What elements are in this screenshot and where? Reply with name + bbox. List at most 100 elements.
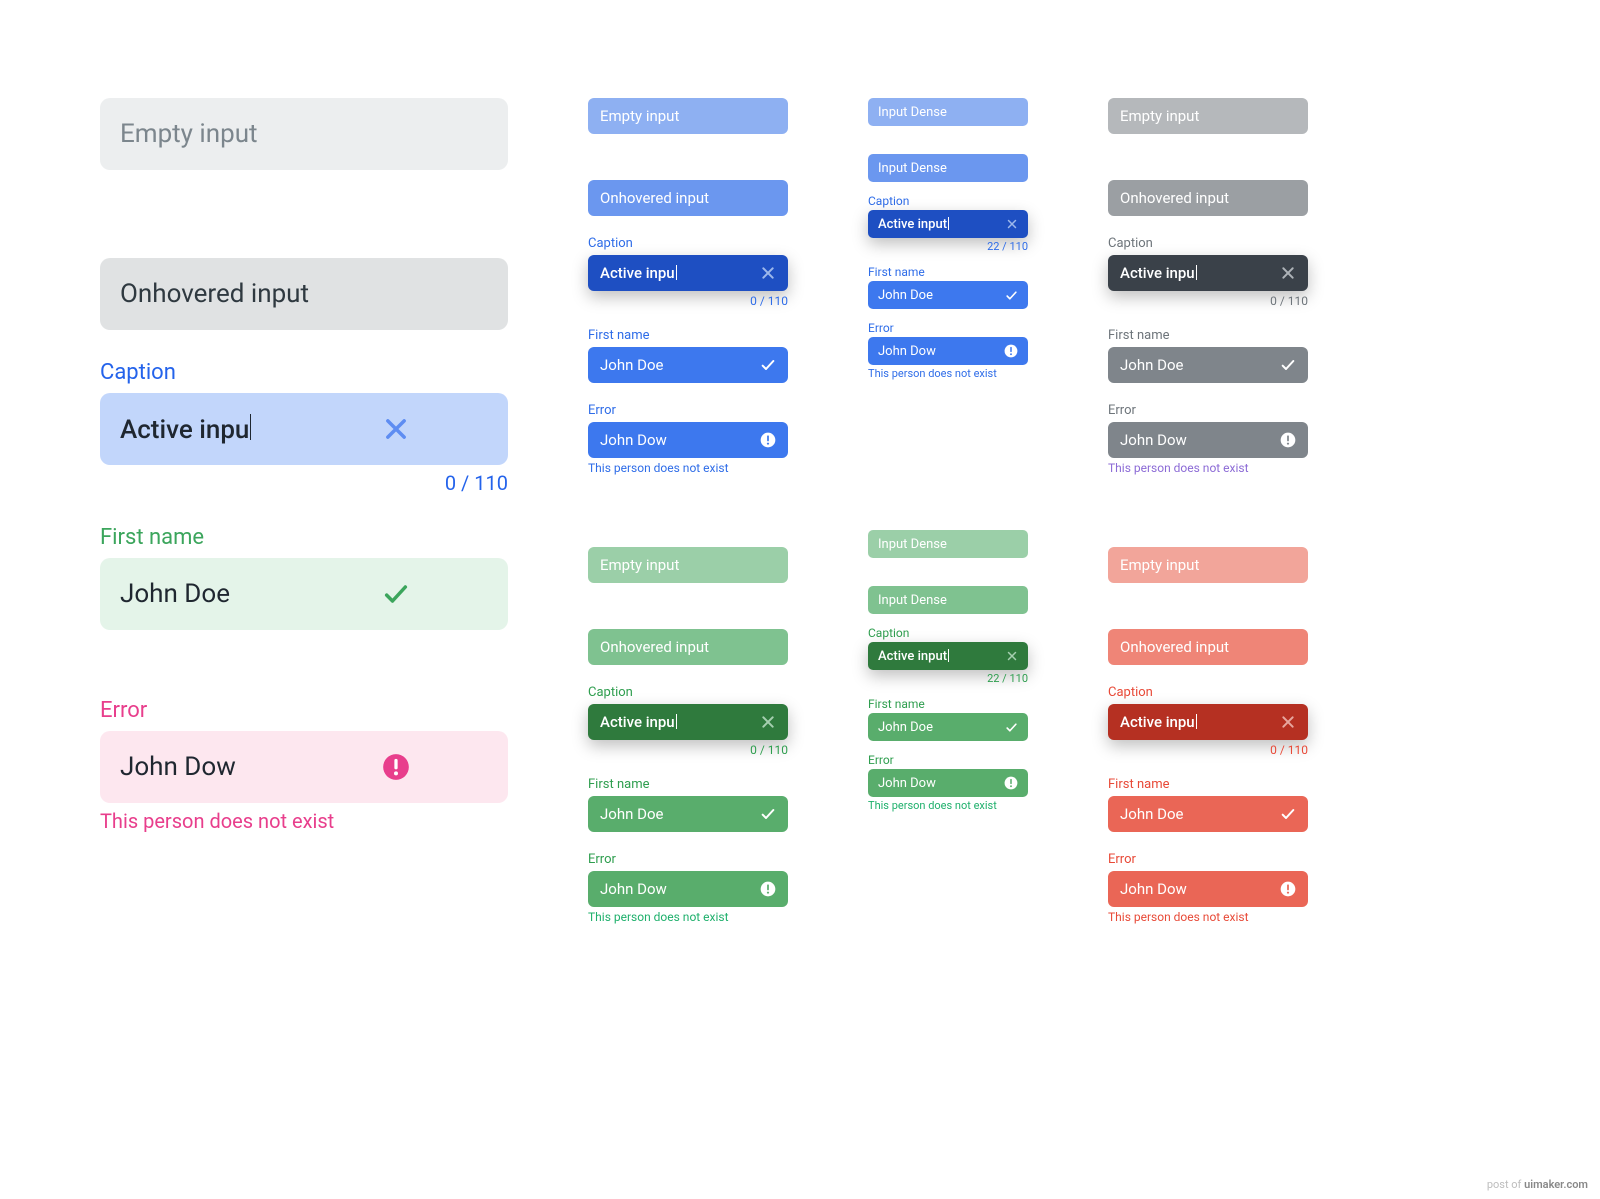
large-input-states-column: Empty input Onhovered input Caption Acti…: [100, 98, 508, 833]
red-medium-column: Empty input Onhovered input Caption Acti…: [1108, 547, 1308, 924]
green-dense-active[interactable]: Active input: [868, 642, 1028, 670]
active-value: Active inpu: [120, 414, 304, 445]
blue-valid-input[interactable]: John Doe: [588, 347, 788, 383]
gray-valid-input[interactable]: John Doe: [1108, 347, 1308, 383]
blue-dense-hover[interactable]: Input Dense: [868, 154, 1028, 182]
alert-icon: [304, 753, 488, 781]
active-input-group: Caption Active inpu 0 / 110: [100, 360, 508, 495]
red-active-input[interactable]: Active inpu: [1108, 704, 1308, 740]
caption: First name: [1108, 777, 1308, 792]
counter: 0 / 110: [588, 743, 788, 757]
green-dense-valid[interactable]: John Doe: [868, 713, 1028, 741]
green-empty-input[interactable]: Empty input: [588, 547, 788, 583]
red-valid-input[interactable]: John Doe: [1108, 796, 1308, 832]
close-icon[interactable]: [760, 714, 776, 730]
gray-active-input[interactable]: Active inpu: [1108, 255, 1308, 291]
caption: Error: [868, 753, 1028, 767]
value: John Doe: [600, 805, 663, 823]
value: John Dow: [1120, 431, 1187, 449]
close-icon[interactable]: [1006, 218, 1018, 230]
caption: First name: [1108, 328, 1308, 343]
green-dense-empty[interactable]: Input Dense: [868, 530, 1028, 558]
alert-icon: [760, 881, 776, 897]
error-input-group: Error John Dow This person does not exis…: [100, 698, 508, 833]
red-empty-input[interactable]: Empty input: [1108, 547, 1308, 583]
green-dense-column: Input Dense Input Dense Caption Active i…: [868, 530, 1028, 812]
blue-dense-empty[interactable]: Input Dense: [868, 98, 1028, 126]
active-input[interactable]: Active inpu: [100, 393, 508, 465]
hovered-input[interactable]: Onhovered input: [100, 258, 508, 330]
alert-icon: [1004, 344, 1018, 358]
alert-icon: [1280, 881, 1296, 897]
close-icon[interactable]: [1280, 714, 1296, 730]
blue-dense-active[interactable]: Active input: [868, 210, 1028, 238]
blue-hover-input[interactable]: Onhovered input: [588, 180, 788, 216]
placeholder: Empty input: [600, 107, 679, 125]
valid-input[interactable]: John Doe: [100, 558, 508, 630]
empty-input[interactable]: Empty input: [100, 98, 508, 170]
alert-icon: [760, 432, 776, 448]
gray-error-input[interactable]: John Dow: [1108, 422, 1308, 458]
value: John Doe: [878, 288, 933, 303]
caption: Caption: [588, 236, 788, 251]
gray-empty-input[interactable]: Empty input: [1108, 98, 1308, 134]
close-icon[interactable]: [760, 265, 776, 281]
green-valid-input[interactable]: John Doe: [588, 796, 788, 832]
caption: First name: [588, 777, 788, 792]
error-helper: This person does not exist: [100, 809, 508, 833]
placeholder: Input Dense: [878, 105, 947, 120]
value: John Doe: [600, 356, 663, 374]
caption: Error: [1108, 403, 1308, 418]
gray-red-medium-column: Empty input Onhovered input Caption Acti…: [1108, 98, 1308, 924]
counter: 0 / 110: [1108, 743, 1308, 757]
green-error-input[interactable]: John Dow: [588, 871, 788, 907]
placeholder: Input Dense: [878, 537, 947, 552]
value: John Doe: [1120, 805, 1183, 823]
error-label: Error: [100, 698, 508, 723]
caption: First name: [868, 265, 1028, 279]
char-counter: 0 / 110: [100, 471, 508, 495]
close-icon[interactable]: [1006, 650, 1018, 662]
value: Active inpu: [600, 264, 677, 282]
caption: Caption: [868, 626, 1028, 640]
empty-placeholder: Empty input: [120, 119, 488, 149]
value: John Dow: [878, 344, 936, 359]
dense-column: Input Dense Input Dense Caption Active i…: [868, 98, 1028, 812]
green-hover-input[interactable]: Onhovered input: [588, 629, 788, 665]
green-dense-hover[interactable]: Input Dense: [868, 586, 1028, 614]
blue-dense-error[interactable]: John Dow: [868, 337, 1028, 365]
error-value: John Dow: [120, 752, 304, 782]
valid-input-group: First name John Doe: [100, 525, 508, 630]
caption: Error: [868, 321, 1028, 335]
value: John Dow: [1120, 880, 1187, 898]
caption: Error: [1108, 852, 1308, 867]
placeholder: Empty input: [1120, 107, 1199, 125]
blue-dense-valid[interactable]: John Doe: [868, 281, 1028, 309]
check-icon: [760, 806, 776, 822]
helper: This person does not exist: [868, 367, 1028, 380]
counter: 22 / 110: [868, 240, 1028, 253]
first-name-label: First name: [100, 525, 508, 550]
helper: This person does not exist: [1108, 910, 1308, 924]
helper: This person does not exist: [588, 461, 788, 475]
value: John Dow: [600, 880, 667, 898]
close-icon[interactable]: [304, 415, 488, 443]
caption: Caption: [588, 685, 788, 700]
placeholder: Empty input: [600, 556, 679, 574]
green-dense-error[interactable]: John Dow: [868, 769, 1028, 797]
caption: Caption: [1108, 685, 1308, 700]
green-active-input[interactable]: Active inpu: [588, 704, 788, 740]
check-icon: [1005, 721, 1018, 734]
red-hover-input[interactable]: Onhovered input: [1108, 629, 1308, 665]
error-input[interactable]: John Dow: [100, 731, 508, 803]
helper: This person does not exist: [588, 910, 788, 924]
red-error-input[interactable]: John Dow: [1108, 871, 1308, 907]
blue-error-input[interactable]: John Dow: [588, 422, 788, 458]
blue-empty-input[interactable]: Empty input: [588, 98, 788, 134]
value: John Dow: [600, 431, 667, 449]
value: John Doe: [878, 720, 933, 735]
gray-hover-input[interactable]: Onhovered input: [1108, 180, 1308, 216]
check-icon: [1280, 806, 1296, 822]
blue-active-input[interactable]: Active inpu: [588, 255, 788, 291]
close-icon[interactable]: [1280, 265, 1296, 281]
